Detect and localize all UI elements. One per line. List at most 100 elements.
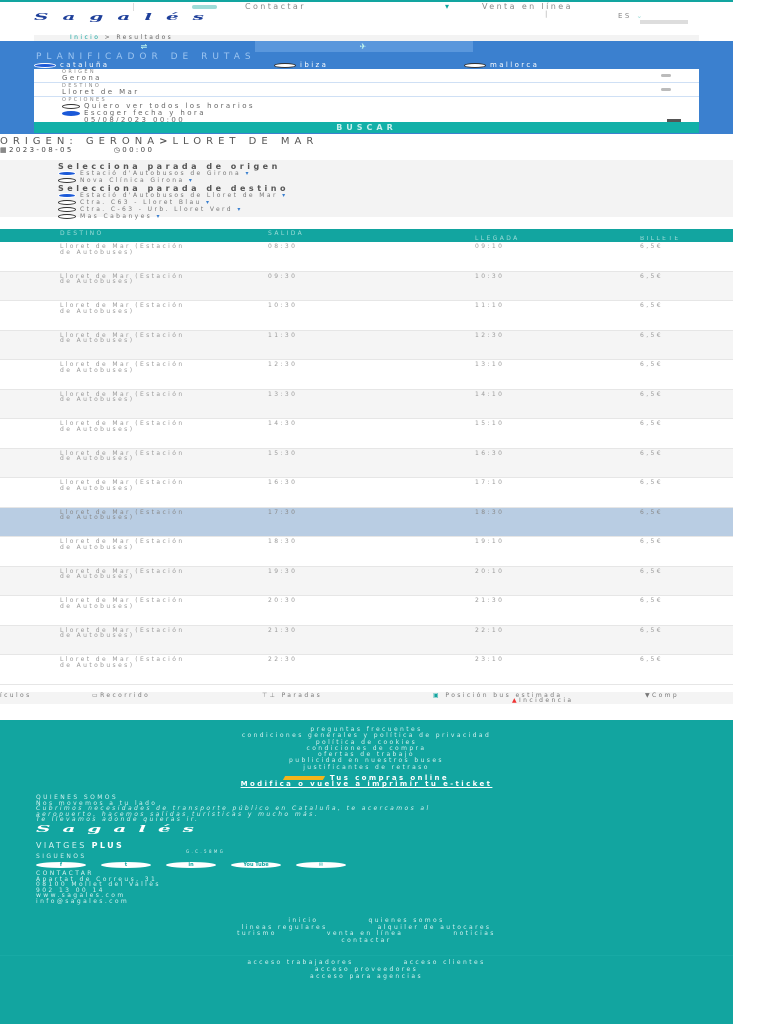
legend: ículos ▭Recorrido ⊤⊥ Paradas ▣ Posición … — [0, 692, 733, 704]
cell-salida: 11:30 — [268, 331, 298, 339]
radio[interactable] — [58, 214, 76, 219]
origin-value[interactable]: Gerona — [62, 75, 699, 82]
route-date: 2023-08-05 — [9, 146, 74, 154]
cell-llegada: 21:30 — [475, 597, 505, 604]
youtube-icon[interactable]: You Tube — [231, 862, 281, 869]
destination-field[interactable]: DESTINO Lloret de Mar — [34, 83, 699, 97]
cell-billete: 6,5€ — [640, 656, 663, 663]
radio[interactable] — [58, 200, 76, 205]
chevron-down-icon: ⌄ — [636, 12, 645, 20]
table-row[interactable]: Lloret de Mar (Estación de Autobuses) 17:… — [0, 507, 733, 537]
table-row[interactable]: Lloret de Mar (Estación de Autobuses) 08:… — [0, 242, 733, 272]
table-row[interactable]: Lloret de Mar (Estación de Autobuses) 15:… — [0, 448, 733, 478]
col-destino: DESTINO — [60, 230, 104, 237]
radio-cataluna[interactable]: cataluña — [34, 62, 109, 69]
nav-venta[interactable]: venta en línea — [327, 930, 404, 937]
cell-billete: 6,5€ — [640, 508, 663, 516]
cell-billete: 6,5€ — [640, 331, 663, 339]
radio[interactable] — [58, 171, 76, 176]
table-row[interactable]: Lloret de Mar (Estación de Autobuses) 16:… — [0, 478, 733, 508]
contact-link[interactable]: Contactar — [245, 2, 306, 11]
cell-llegada: 11:10 — [475, 302, 505, 309]
twitter-icon[interactable]: t — [101, 862, 151, 869]
legend-buy: ▼Comp — [645, 692, 680, 699]
access-suppliers[interactable]: acceso proveedores — [315, 966, 418, 973]
cell-destino: Lloret de Mar (Estación de Autobuses) — [60, 361, 185, 374]
cell-llegada: 17:10 — [475, 479, 505, 486]
nav-inicio[interactable]: inicio — [288, 917, 318, 924]
tab-bus[interactable]: ⇌ — [36, 41, 254, 52]
access-links: acceso trabajadores acceso clientes acces… — [0, 955, 733, 980]
stop-option[interactable]: Mas Cabanyes ▾ — [58, 214, 733, 221]
footer-link[interactable]: justificantes de retraso — [0, 764, 733, 771]
chevron-down-icon[interactable]: ▾ — [206, 199, 211, 206]
origin-field[interactable]: ORIGEN Gerona — [34, 69, 699, 83]
cell-llegada: 13:10 — [475, 361, 505, 368]
route-planner: ⇌ ✈ PLANIFICADOR DE RUTAS cataluña ibiza… — [0, 41, 733, 134]
access-agencies[interactable]: acceso para agencias — [310, 973, 423, 980]
table-row[interactable]: Lloret de Mar (Estación de Autobuses) 10:… — [0, 301, 733, 331]
table-row[interactable]: Lloret de Mar (Estación de Autobuses) 11:… — [0, 330, 733, 360]
cell-salida: 14:30 — [268, 420, 298, 427]
about-section: QUIENES SOMOS Nos movemos a tu lado Cubr… — [0, 795, 733, 904]
chevron-down-icon[interactable]: ▾ — [245, 170, 250, 177]
table-row[interactable]: Lloret de Mar (Estación de Autobuses) 22:… — [0, 655, 733, 685]
radio[interactable] — [58, 178, 76, 183]
cell-salida: 13:30 — [268, 390, 298, 398]
access-workers[interactable]: acceso trabajadores — [247, 959, 353, 966]
col-salida: SALIDA — [268, 230, 305, 237]
cell-llegada: 16:30 — [475, 449, 505, 457]
linkedin-icon[interactable]: in — [166, 862, 216, 869]
cell-salida: 19:30 — [268, 567, 298, 575]
eticket-link[interactable]: Modifica o vuelve a imprimir tu e-ticket — [0, 781, 733, 788]
table-row[interactable]: Lloret de Mar (Estación de Autobuses) 21:… — [0, 625, 733, 655]
breadcrumb-current: Resultados — [116, 34, 174, 41]
cell-llegada: 20:10 — [475, 567, 505, 575]
cell-billete: 6,5€ — [640, 302, 663, 309]
cell-billete: 6,5€ — [640, 626, 663, 634]
radio[interactable] — [58, 193, 76, 198]
email-icon[interactable]: ✉ — [296, 862, 346, 869]
chevron-down-icon[interactable]: ▾ — [282, 192, 287, 199]
nav-noticias[interactable]: noticias — [453, 930, 495, 937]
table-row[interactable]: Lloret de Mar (Estación de Autobuses) 19:… — [0, 566, 733, 596]
cell-billete: 6,5€ — [640, 597, 663, 604]
facebook-icon[interactable]: f — [36, 862, 86, 869]
chevron-down-icon[interactable]: ▾ — [189, 177, 194, 184]
table-row[interactable]: Lloret de Mar (Estación de Autobuses) 18:… — [0, 537, 733, 567]
cell-destino: Lloret de Mar (Estación de Autobuses) — [60, 243, 185, 256]
swap-icon[interactable] — [661, 88, 671, 91]
nav-quienes-somos[interactable]: quienes somos — [369, 917, 445, 924]
language-dropdown[interactable] — [640, 20, 688, 24]
nav-contactar[interactable]: contactar — [341, 937, 391, 944]
sagales-logo[interactable]: Sagalés — [34, 12, 218, 22]
table-row[interactable]: Lloret de Mar (Estación de Autobuses) 13:… — [0, 389, 733, 419]
table-row[interactable]: Lloret de Mar (Estación de Autobuses) 14:… — [0, 419, 733, 449]
cell-salida: 22:30 — [268, 656, 298, 663]
legend-vehicles: ículos — [0, 692, 32, 699]
radio-ibiza[interactable]: ibiza — [274, 62, 328, 69]
swap-icon[interactable] — [661, 74, 671, 77]
nav-turismo[interactable]: turismo — [237, 930, 277, 937]
cell-llegada: 10:30 — [475, 272, 505, 280]
search-button[interactable]: BUSCAR — [34, 122, 699, 133]
cell-salida: 20:30 — [268, 597, 298, 604]
tab-airport[interactable]: ✈ — [255, 41, 473, 52]
online-sale-link[interactable]: Venta en línea — [482, 2, 573, 11]
destination-value[interactable]: Lloret de Mar — [62, 89, 699, 96]
table-row[interactable]: Lloret de Mar (Estación de Autobuses) 20:… — [0, 596, 733, 626]
table-row[interactable]: Lloret de Mar (Estación de Autobuses) 09:… — [0, 271, 733, 301]
cell-billete: 6,5€ — [640, 390, 663, 398]
radio[interactable] — [58, 207, 76, 212]
chevron-down-icon[interactable]: ▾ — [237, 206, 242, 213]
radio-mallorca[interactable]: mallorca — [464, 62, 539, 69]
email-link[interactable]: info@sagales.com — [36, 898, 129, 905]
breadcrumb-home[interactable]: Inicio — [70, 34, 100, 41]
cell-destino: Lloret de Mar (Estación de Autobuses) — [60, 331, 185, 345]
language-selector[interactable]: ES ⌄ — [618, 12, 688, 24]
access-clients[interactable]: acceso clientes — [404, 959, 486, 966]
table-row[interactable]: Lloret de Mar (Estación de Autobuses) 12:… — [0, 360, 733, 390]
chevron-down-icon[interactable]: ▾ — [157, 213, 162, 220]
cell-billete: 6,5€ — [640, 243, 663, 250]
cell-destino: Lloret de Mar (Estación de Autobuses) — [60, 390, 185, 404]
